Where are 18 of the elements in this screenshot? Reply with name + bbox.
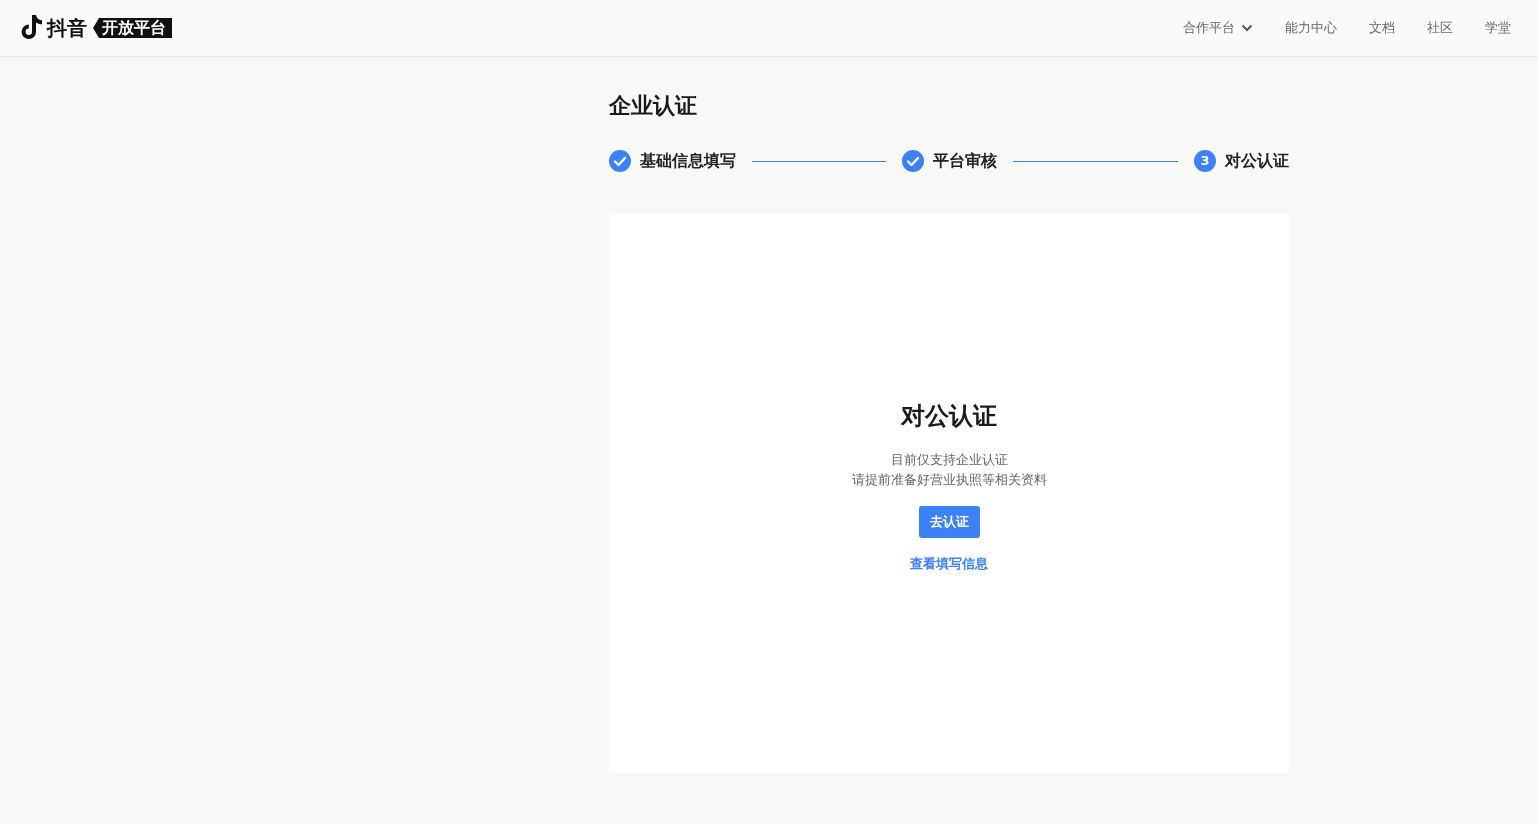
view-info-link[interactable]: 查看填写信息 [910,554,988,574]
step-number: 3 [1194,150,1216,172]
platform-tag: 开放平台 [93,18,172,38]
page-title: 企业认证 [609,92,698,120]
description-text: 目前仅支持企业认证 [890,451,1008,469]
brand-name: 抖音 [47,15,87,42]
step-label: 平台审核 [932,150,997,172]
nav-link[interactable]: 合作平台 [1183,18,1253,38]
nav-link[interactable]: 能力中心 [1285,18,1337,38]
nav-link[interactable]: 学堂 [1485,18,1511,38]
nav-link[interactable]: 文档 [1369,18,1395,38]
card-title: 对公认证 [901,401,997,432]
step-label: 基础信息填写 [640,150,736,172]
step-label: 对公认证 [1225,150,1289,172]
nav-link[interactable]: 社区 [1427,18,1453,38]
music-note-logo-icon [21,15,43,41]
verify-button[interactable]: 去认证 [918,506,980,538]
description-text: 请提前准备好营业执照等相关资料 [851,471,1047,489]
